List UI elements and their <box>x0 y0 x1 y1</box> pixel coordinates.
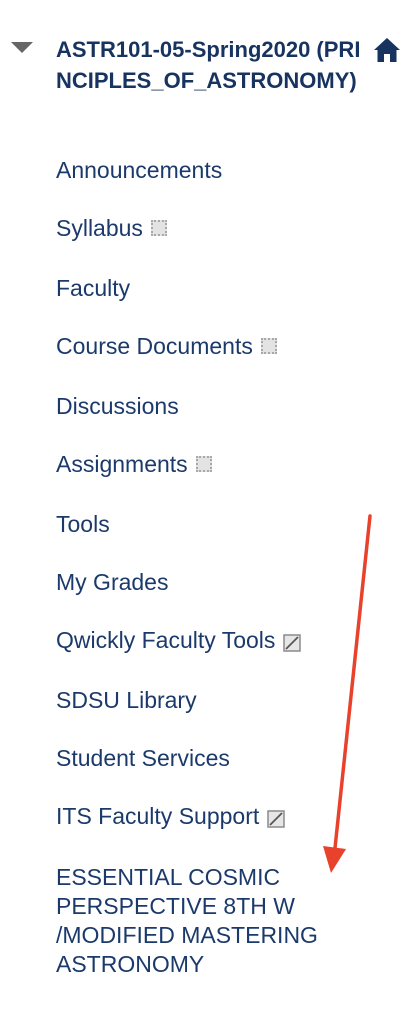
hidden-status-icon <box>150 220 167 236</box>
menu-item-label: Faculty <box>56 275 131 301</box>
menu-item-label: Discussions <box>56 393 179 419</box>
menu-item-essential-cosmic-perspective[interactable]: ESSENTIAL COSMIC PERSPECTIVE 8TH W /MODI… <box>56 863 376 979</box>
menu-item-label-line: /MODIFIED MASTERING <box>56 922 318 948</box>
course-title[interactable]: ASTR101-05-Spring2020 (PRINCIPLES_OF_AST… <box>56 34 374 96</box>
menu-item-discussions[interactable]: Discussions <box>56 386 179 426</box>
course-menu: ASTR101-05-Spring2020 (PRINCIPLES_OF_AST… <box>0 0 406 1015</box>
menu-item-tools[interactable]: Tools <box>56 504 110 544</box>
menu-item-student-services[interactable]: Student Services <box>56 738 230 778</box>
menu-item-label: SDSU Library <box>56 687 197 713</box>
menu-item-label: Tools <box>56 511 110 537</box>
menu-item-label: Syllabus <box>56 215 143 241</box>
hidden-status-icon <box>260 338 277 354</box>
home-icon[interactable] <box>372 35 402 65</box>
menu-item-its-faculty-support[interactable]: ITS Faculty Support <box>56 796 285 836</box>
course-header: ASTR101-05-Spring2020 (PRINCIPLES_OF_AST… <box>0 30 406 130</box>
menu-item-label: Announcements <box>56 157 223 183</box>
menu-item-sdsu-library[interactable]: SDSU Library <box>56 680 197 720</box>
external-link-icon <box>283 631 302 652</box>
external-link-icon <box>267 807 285 828</box>
menu-item-course-documents[interactable]: Course Documents <box>56 326 277 366</box>
menu-item-assignments[interactable]: Assignments <box>56 444 212 484</box>
menu-item-label-line: PERSPECTIVE 8TH W <box>56 893 295 919</box>
menu-item-label: My Grades <box>56 569 169 595</box>
menu-item-my-grades[interactable]: My Grades <box>56 562 168 602</box>
menu-item-announcements[interactable]: Announcements <box>56 150 222 190</box>
menu-item-label: Qwickly Faculty Tools <box>56 627 276 653</box>
menu-item-label-line: ASTRONOMY <box>56 951 205 977</box>
menu-item-label-line: ESSENTIAL COSMIC <box>56 864 281 890</box>
menu-item-qwickly-faculty-tools[interactable]: Qwickly Faculty Tools <box>56 620 302 660</box>
menu-item-syllabus[interactable]: Syllabus <box>56 208 167 248</box>
hidden-status-icon <box>195 456 212 472</box>
menu-item-label: ITS Faculty Support <box>56 803 260 829</box>
triangle-down-icon[interactable] <box>11 42 33 53</box>
menu-item-label: Student Services <box>56 745 230 771</box>
menu-item-label: Assignments <box>56 451 188 477</box>
menu-item-faculty[interactable]: Faculty <box>56 268 130 308</box>
menu-item-label: Course Documents <box>56 333 253 359</box>
